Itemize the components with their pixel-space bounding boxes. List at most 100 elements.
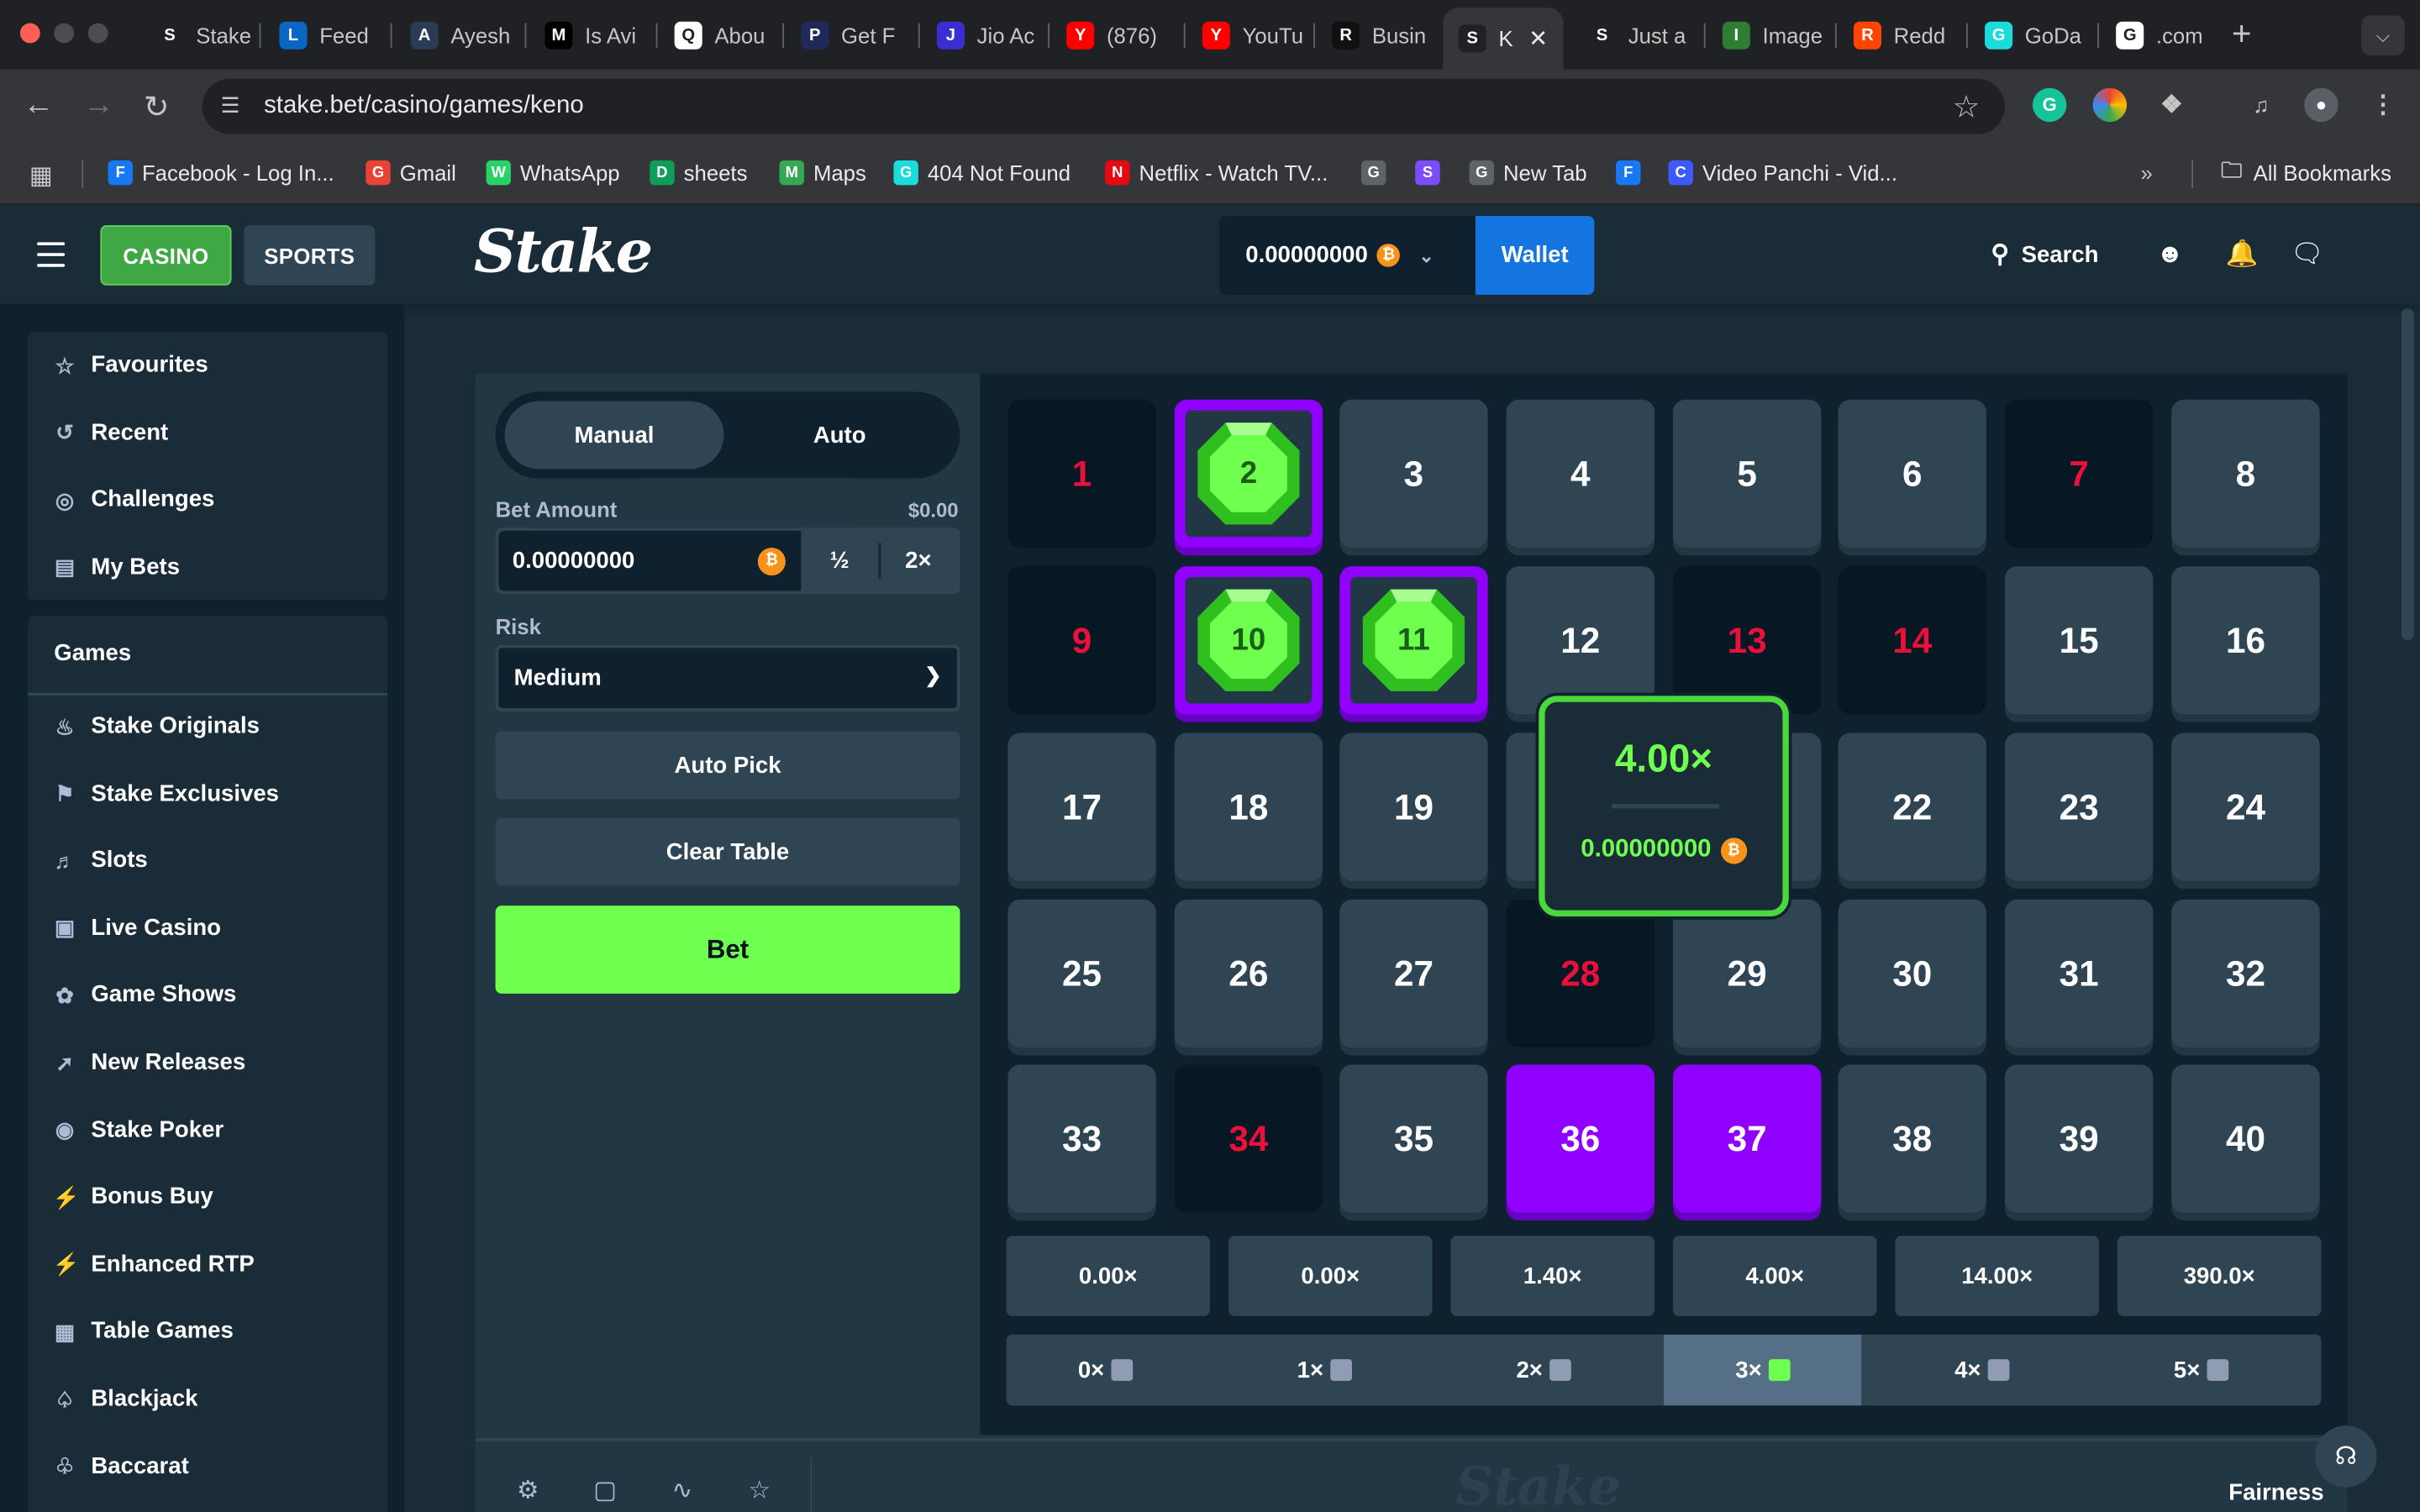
user-icon[interactable]: ☻ xyxy=(2154,239,2186,270)
bookmark-item[interactable]: F xyxy=(1616,160,1649,186)
bookmark-item[interactable]: S xyxy=(1415,160,1449,186)
keno-tile[interactable]: 6 xyxy=(1838,399,1986,549)
keno-tile[interactable]: 29 xyxy=(1673,899,1822,1048)
scrollbar[interactable] xyxy=(2401,308,2414,641)
all-bookmarks[interactable]: 🗀 All Bookmarks xyxy=(2219,157,2391,185)
keno-tile[interactable]: 33 xyxy=(1007,1064,1156,1213)
bookmark-item[interactable]: W WhatsApp xyxy=(486,160,620,186)
sidebar-item-my-bets[interactable]: ▤ My Bets xyxy=(52,553,180,579)
bookmark-item[interactable]: G Gmail xyxy=(366,160,456,186)
live-stats-icon[interactable]: ∿ xyxy=(666,1475,697,1506)
keno-tile[interactable]: 2 xyxy=(1174,399,1323,549)
keno-tile[interactable]: 36 xyxy=(1506,1064,1655,1213)
keno-tile[interactable]: 24 xyxy=(2171,732,2320,881)
keno-tile[interactable]: 4 xyxy=(1506,399,1655,549)
bookmark-star-icon[interactable]: ☆ xyxy=(1953,88,1981,127)
bookmark-item[interactable]: F Facebook - Log In... xyxy=(108,160,334,186)
sidebar-item-stake-poker[interactable]: ◉ Stake Poker xyxy=(52,1116,224,1142)
sidebar-item-new-releases[interactable]: ➚ New Releases xyxy=(52,1049,245,1075)
reload-icon[interactable]: ↻ xyxy=(144,88,170,127)
bet-button[interactable]: Bet xyxy=(495,906,960,994)
new-tab-button[interactable]: + xyxy=(2232,14,2252,55)
keno-tile[interactable]: 1 xyxy=(1007,399,1156,549)
keno-tile[interactable]: 16 xyxy=(2171,566,2320,715)
color-extension-icon[interactable] xyxy=(2092,87,2128,123)
keno-tile[interactable]: 27 xyxy=(1339,899,1488,1048)
browser-tab[interactable]: S Stake xyxy=(140,11,256,60)
risk-select[interactable]: Medium ❯ xyxy=(495,644,960,711)
notification-bell-icon[interactable]: 🔔 xyxy=(2226,239,2259,270)
sidebar-item-game-shows[interactable]: ✿ Game Shows xyxy=(52,982,236,1008)
keno-tile[interactable]: 14 xyxy=(1838,566,1986,715)
browser-menu-icon[interactable]: ⋮ xyxy=(2366,88,2400,122)
keno-tile[interactable]: 26 xyxy=(1174,899,1323,1048)
browser-tab[interactable]: G .com xyxy=(2101,11,2224,60)
browser-tab[interactable]: R Busin xyxy=(1317,11,1437,60)
browser-tab[interactable]: S K ✕ xyxy=(1443,8,1564,70)
bookmark-item[interactable]: G New Tab xyxy=(1469,160,1587,186)
bet-amount-input[interactable]: 0.00000000 ₿ xyxy=(498,530,802,591)
double-bet-button[interactable]: 2× xyxy=(880,528,957,594)
browser-tab[interactable]: A Ayesh xyxy=(395,11,522,60)
browser-tab[interactable]: J Jio Ac xyxy=(922,11,1045,60)
media-control-icon[interactable]: ♫ xyxy=(2244,88,2278,122)
keno-tile[interactable]: 17 xyxy=(1007,732,1156,881)
keno-tile[interactable]: 11 xyxy=(1339,566,1488,715)
url-text[interactable]: stake.bet/casino/games/keno xyxy=(264,92,584,120)
menu-icon[interactable] xyxy=(37,242,66,267)
maximize-window-button[interactable] xyxy=(87,23,108,44)
keno-tile[interactable]: 38 xyxy=(1838,1064,1986,1213)
bookmark-item[interactable]: M Maps xyxy=(779,160,866,186)
keno-tile[interactable]: 31 xyxy=(2004,899,2154,1048)
bookmark-item[interactable]: C Video Panchi - Vid... xyxy=(1668,160,1897,186)
keno-tile[interactable]: 34 xyxy=(1174,1064,1323,1213)
keno-tile[interactable]: 19 xyxy=(1339,732,1488,881)
manual-tab[interactable]: Manual xyxy=(504,401,724,470)
browser-tab[interactable]: Y (876) xyxy=(1051,11,1181,60)
sidebar-item-slots[interactable]: ♬ Slots xyxy=(52,848,147,874)
sports-tab[interactable]: SPORTS xyxy=(244,225,376,286)
casino-tab[interactable]: CASINO xyxy=(100,225,232,286)
settings-gear-icon[interactable]: ⚙ xyxy=(513,1475,544,1506)
bookmark-item[interactable]: Dsheets xyxy=(650,160,747,186)
keno-tile[interactable]: 3 xyxy=(1339,399,1488,549)
keno-tile[interactable]: 35 xyxy=(1339,1064,1488,1213)
keno-tile[interactable]: 30 xyxy=(1838,899,1986,1048)
keno-tile[interactable]: 9 xyxy=(1007,566,1156,715)
close-tab-icon[interactable]: ✕ xyxy=(1528,24,1548,52)
forward-icon[interactable]: → xyxy=(83,88,114,123)
browser-tab[interactable]: P Get F xyxy=(786,11,915,60)
clear-table-button[interactable]: Clear Table xyxy=(495,817,960,886)
browser-tab[interactable]: Y YouTu xyxy=(1186,11,1310,60)
sidebar-item-blackjack[interactable]: ♤ Blackjack xyxy=(52,1385,198,1411)
search-button[interactable]: ⚲ Search xyxy=(1991,239,2098,270)
wallet-button[interactable]: Wallet xyxy=(1475,216,1595,295)
keno-tile[interactable]: 28 xyxy=(1506,899,1655,1048)
sidebar-item-stake-originals[interactable]: ♨ Stake Originals xyxy=(52,713,260,739)
address-bar[interactable]: ☰ stake.bet/casino/games/keno ☆ xyxy=(202,78,2005,134)
fairness-link[interactable]: Fairness xyxy=(2228,1479,2323,1505)
keno-tile[interactable]: 13 xyxy=(1673,566,1822,715)
keno-tile[interactable]: 8 xyxy=(2171,399,2320,549)
keno-tile[interactable]: 5 xyxy=(1673,399,1822,549)
half-bet-button[interactable]: ½ xyxy=(801,528,878,594)
extensions-icon[interactable]: ❖ xyxy=(2154,88,2188,122)
site-info-icon[interactable]: ☰ xyxy=(221,92,249,120)
apps-grid-icon[interactable]: ▦ xyxy=(29,160,53,192)
sidebar-item-table-games[interactable]: ▦ Table Games xyxy=(52,1318,234,1344)
minimize-window-button[interactable] xyxy=(54,23,75,44)
bookmark-item[interactable]: G 404 Not Found xyxy=(893,160,1071,186)
sidebar-item-baccarat[interactable]: ♧ Baccarat xyxy=(52,1452,189,1478)
profile-avatar[interactable]: ● xyxy=(2304,87,2338,123)
sidebar-item-enhanced-rtp[interactable]: ⚡ Enhanced RTP xyxy=(52,1251,254,1277)
auto-tab[interactable]: Auto xyxy=(730,402,950,470)
sidebar-item-bonus-buy[interactable]: ⚡ Bonus Buy xyxy=(52,1184,213,1210)
sidebar-item-stake-exclusives[interactable]: ⚑ Stake Exclusives xyxy=(52,780,279,806)
browser-tab[interactable]: L Feed xyxy=(264,11,387,60)
browser-tab[interactable]: Q Abou xyxy=(659,11,779,60)
keno-tile[interactable]: 32 xyxy=(2171,899,2320,1048)
theatre-mode-icon[interactable]: ▢ xyxy=(590,1475,621,1506)
keno-tile[interactable]: 12 xyxy=(1506,566,1655,715)
keno-tile[interactable]: 22 xyxy=(1838,732,1986,881)
keno-tile[interactable]: 7 xyxy=(2004,399,2154,549)
